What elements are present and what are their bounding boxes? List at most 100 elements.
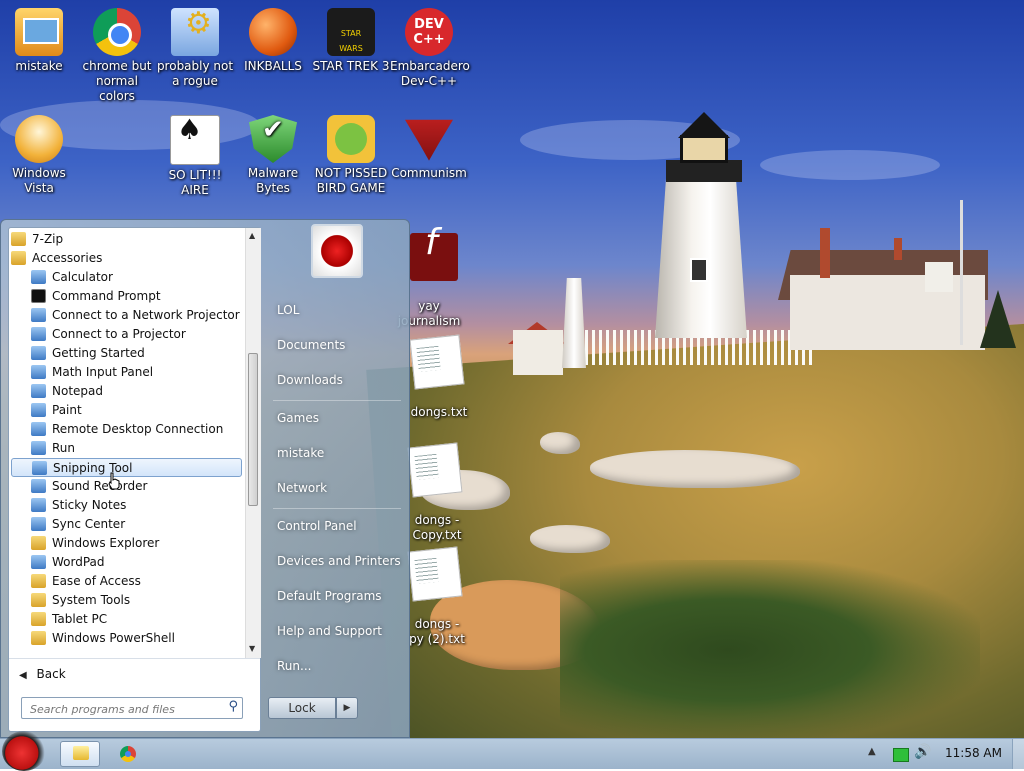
desktop-icon-dongs-txt[interactable]: dongs.txt: [400, 322, 478, 420]
chrome-icon: [120, 746, 136, 762]
desktop-icon-rogue[interactable]: probably not a rogue: [156, 8, 234, 89]
start-link-games[interactable]: Games: [269, 403, 407, 433]
desktop-icon-communism[interactable]: Communism: [390, 115, 468, 181]
program-item-calculator[interactable]: Calculator: [11, 268, 242, 287]
desktop[interactable]: mistake chrome but normal colors probabl…: [0, 0, 1024, 738]
program-label: Calculator: [52, 270, 113, 284]
program-item-notepad[interactable]: Notepad: [11, 382, 242, 401]
search-icon[interactable]: ⚲: [228, 699, 238, 714]
start-link-label: Games: [277, 411, 319, 425]
green-pig-icon: [327, 115, 375, 163]
taskbar-chrome-button[interactable]: [108, 741, 148, 767]
desktop-icon-mistake[interactable]: mistake: [0, 8, 78, 74]
bushes: [560, 560, 980, 738]
desktop-icon-inkballs[interactable]: INKBALLS: [234, 8, 312, 74]
triangle-left-icon: ◀: [19, 670, 27, 681]
chimney: [820, 228, 830, 278]
clock[interactable]: 11:58 AM: [945, 746, 1002, 760]
programs-scrollbar[interactable]: ▲ ▼: [245, 228, 261, 658]
program-item-network-projector[interactable]: Connect to a Network Projector: [11, 306, 242, 325]
desktop-icon-devcpp[interactable]: DEV C++ Embarcadero Dev-C++: [390, 8, 470, 89]
program-label: Windows Explorer: [52, 536, 160, 550]
user-picture[interactable]: [311, 224, 363, 278]
desktop-icon-windows-vista[interactable]: Windows Vista: [0, 115, 78, 196]
program-item-tablet-pc[interactable]: Tablet PC: [11, 610, 242, 629]
program-item-math-input[interactable]: Math Input Panel: [11, 363, 242, 382]
show-desktop-button[interactable]: [1012, 739, 1024, 769]
scrollbar-thumb[interactable]: [248, 353, 258, 506]
desktop-icon-solitaire[interactable]: SO LIT!!! AIRE: [156, 115, 234, 198]
desktop-icon-malwarebytes[interactable]: Malware Bytes: [234, 115, 312, 196]
start-link-label: Help and Support: [277, 624, 382, 638]
rock: [530, 525, 610, 553]
all-programs-list: 7-Zip Accessories Calculator Command Pro…: [9, 228, 245, 658]
back-button[interactable]: ◀ Back: [9, 658, 260, 689]
program-item-remote-desktop[interactable]: Remote Desktop Connection: [11, 420, 242, 439]
scroll-up-arrow-icon[interactable]: ▲: [249, 231, 255, 240]
volume-icon[interactable]: 🔊: [914, 744, 931, 760]
shield-check-icon: [249, 115, 297, 163]
program-item-accessories[interactable]: Accessories: [11, 249, 242, 268]
start-link-label: Control Panel: [277, 519, 357, 533]
start-link-help-support[interactable]: Help and Support: [269, 616, 407, 646]
battery-icon[interactable]: [893, 748, 909, 762]
explorer-folder-icon: [31, 536, 46, 550]
start-link-lol[interactable]: LOL: [269, 295, 407, 325]
start-link-documents[interactable]: Documents: [269, 330, 407, 360]
program-item-command-prompt[interactable]: Command Prompt: [11, 287, 242, 306]
program-item-windows-explorer[interactable]: Windows Explorer: [11, 534, 242, 553]
rock: [590, 450, 800, 488]
scroll-down-arrow-icon[interactable]: ▼: [249, 644, 255, 653]
program-item-paint[interactable]: Paint: [11, 401, 242, 420]
inkballs-icon: [249, 8, 297, 56]
folder-icon: [73, 746, 89, 760]
desktop-icon-star-trek[interactable]: STAR TREK 3: [312, 8, 390, 74]
lock-label: Lock: [288, 701, 316, 715]
text-file-icon: [407, 546, 463, 602]
program-item-sync-center[interactable]: Sync Center: [11, 515, 242, 534]
start-link-default-programs[interactable]: Default Programs: [269, 581, 407, 611]
tray-overflow-arrow-icon[interactable]: ▲: [868, 746, 876, 757]
program-item-system-tools[interactable]: System Tools: [11, 591, 242, 610]
start-link-label: Default Programs: [277, 589, 382, 603]
solitaire-card-icon: [170, 115, 220, 165]
house-dormer: [925, 262, 953, 292]
start-link-control-panel[interactable]: Control Panel: [269, 511, 407, 541]
search-input[interactable]: [28, 699, 222, 719]
chimney: [894, 238, 902, 260]
power-options-arrow-button[interactable]: ▶: [336, 697, 358, 719]
start-link-downloads[interactable]: Downloads: [269, 365, 407, 395]
menu-separator: [273, 400, 401, 401]
desktop-icon-bird-game[interactable]: NOT PISSED BIRD GAME: [312, 115, 390, 196]
program-item-ease-of-access[interactable]: Ease of Access: [11, 572, 242, 591]
program-label: Command Prompt: [52, 289, 161, 303]
lock-button[interactable]: Lock: [268, 697, 336, 719]
program-label: Connect to a Projector: [52, 327, 186, 341]
program-item-7zip[interactable]: 7-Zip: [11, 230, 242, 249]
desktop-icon-label: Embarcadero Dev-C++: [390, 59, 470, 88]
program-item-powershell[interactable]: Windows PowerShell: [11, 629, 242, 648]
menu-separator: [273, 508, 401, 509]
start-menu: 7-Zip Accessories Calculator Command Pro…: [0, 219, 410, 738]
taskbar: ▲ 🔊 11:58 AM: [0, 731, 1024, 771]
house: [790, 275, 985, 350]
taskbar-explorer-button[interactable]: [60, 741, 100, 767]
program-item-run[interactable]: Run: [11, 439, 242, 458]
program-item-getting-started[interactable]: Getting Started: [11, 344, 242, 363]
search-box[interactable]: ⚲: [21, 697, 243, 719]
start-link-mistake[interactable]: mistake: [269, 438, 407, 468]
desktop-icon-chrome[interactable]: chrome but normal colors: [78, 8, 156, 104]
start-link-run[interactable]: Run...: [269, 651, 407, 681]
start-link-devices-printers[interactable]: Devices and Printers: [269, 546, 407, 576]
program-item-wordpad[interactable]: WordPad: [11, 553, 242, 572]
projector-icon: [31, 327, 46, 341]
program-item-snipping-tool[interactable]: Snipping Tool: [11, 458, 242, 477]
program-item-sticky-notes[interactable]: Sticky Notes: [11, 496, 242, 515]
start-button[interactable]: [2, 731, 46, 771]
program-item-sound-recorder[interactable]: Sound Recorder: [11, 477, 242, 496]
text-file-icon: [409, 334, 465, 390]
start-link-network[interactable]: Network: [269, 473, 407, 503]
desktop-icon-label: Malware Bytes: [247, 166, 299, 195]
program-label: System Tools: [52, 593, 131, 607]
program-item-projector[interactable]: Connect to a Projector: [11, 325, 242, 344]
